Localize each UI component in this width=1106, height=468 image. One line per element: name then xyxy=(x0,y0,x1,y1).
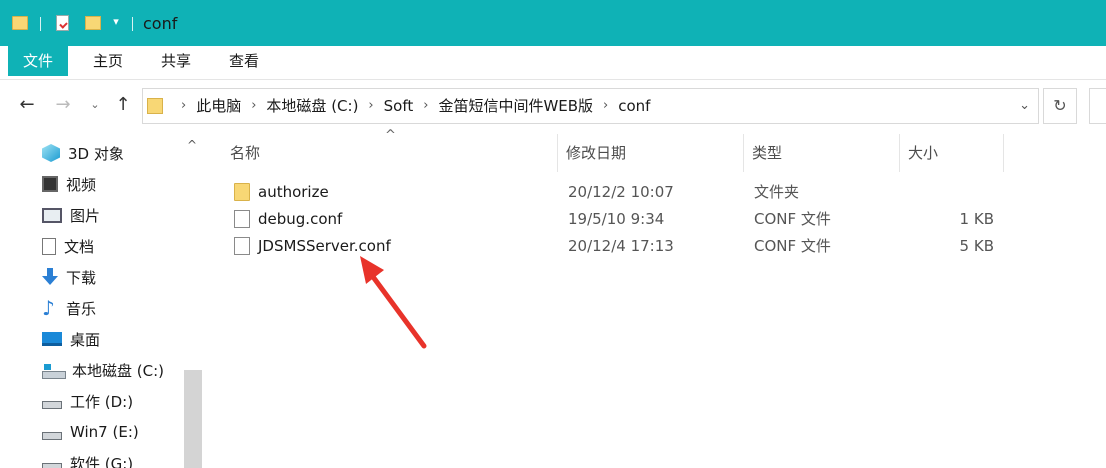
column-header-type[interactable]: 类型 xyxy=(744,134,900,172)
desktop-icon xyxy=(42,332,62,346)
chevron-right-icon[interactable]: › xyxy=(603,89,608,123)
local-disk-icon xyxy=(42,363,66,379)
breadcrumb: › 此电脑 › 本地磁盘 (C:) › Soft › 金笛短信中间件WEB版 ›… xyxy=(171,89,650,123)
breadcrumb-conf[interactable]: conf xyxy=(618,89,650,123)
search-input[interactable] xyxy=(1089,88,1106,124)
new-folder-icon[interactable] xyxy=(85,16,101,30)
nav-item-label: 桌面 xyxy=(70,330,101,349)
pictures-icon xyxy=(42,207,62,223)
column-header-name[interactable]: 名称 xyxy=(222,134,558,172)
nav-item-label: 图片 xyxy=(70,206,101,225)
nav-item-label: 软件 (G:) xyxy=(70,454,134,468)
nav-item-drive-d[interactable]: 工作 (D:) xyxy=(42,388,133,414)
file-type: CONF 文件 xyxy=(754,237,831,255)
tab-home[interactable]: 主页 xyxy=(80,46,136,76)
nav-item-pictures[interactable]: 图片 xyxy=(42,202,100,228)
chevron-right-icon[interactable]: › xyxy=(368,89,373,123)
recent-locations-button[interactable]: ⌄ xyxy=(86,92,104,118)
file-size: 1 KB xyxy=(959,210,994,228)
nav-item-videos[interactable]: 视频 xyxy=(42,171,96,197)
nav-item-desktop[interactable]: 桌面 xyxy=(42,326,100,352)
folder-icon xyxy=(234,183,250,201)
breadcrumb-this-pc[interactable]: 此电脑 xyxy=(196,89,241,123)
file-date: 20/12/2 10:07 xyxy=(568,183,674,201)
nav-item-downloads[interactable]: 下载 xyxy=(42,264,96,290)
column-header-date[interactable]: 修改日期 xyxy=(558,134,744,172)
file-date: 20/12/4 17:13 xyxy=(568,237,674,255)
nav-item-label: Win7 (E:) xyxy=(70,423,139,441)
scrollbar-thumb[interactable] xyxy=(184,370,202,468)
back-button[interactable]: ← xyxy=(14,92,40,118)
ribbon-tabs: 文件 主页 共享 查看 xyxy=(0,46,1106,80)
nav-item-label: 文档 xyxy=(64,237,95,256)
3d-objects-icon xyxy=(42,144,60,162)
chevron-right-icon[interactable]: › xyxy=(181,89,186,123)
column-header-size[interactable]: 大小 xyxy=(900,134,1004,172)
tab-view[interactable]: 查看 xyxy=(216,46,272,76)
properties-icon[interactable] xyxy=(56,15,69,31)
navigation-pane: ^ 3D 对象 视频 图片 文档 下载 ♪ 音乐 桌面 本地磁盘 (C:) 工作… xyxy=(0,134,204,468)
nav-item-drive-g[interactable]: 软件 (G:) xyxy=(42,450,133,468)
breadcrumb-soft[interactable]: Soft xyxy=(384,89,414,123)
refresh-button[interactable]: ↻ xyxy=(1043,88,1077,124)
up-button[interactable]: ↑ xyxy=(110,92,136,118)
folder-icon xyxy=(147,98,163,114)
music-icon: ♪ xyxy=(42,296,55,320)
file-row[interactable]: authorize 20/12/2 10:07 文件夹 xyxy=(230,179,1030,205)
window-title: conf xyxy=(143,14,178,33)
breadcrumb-local-disk[interactable]: 本地磁盘 (C:) xyxy=(266,89,358,123)
file-size: 5 KB xyxy=(959,237,994,255)
forward-button[interactable]: → xyxy=(50,92,76,118)
download-icon xyxy=(42,268,58,286)
file-name: authorize xyxy=(258,183,329,201)
file-type: 文件夹 xyxy=(754,183,800,201)
divider xyxy=(132,17,133,31)
divider xyxy=(40,17,41,31)
customize-toolbar-dropdown-icon[interactable]: ▾ xyxy=(110,14,122,30)
scroll-up-icon[interactable]: ^ xyxy=(184,138,200,154)
nav-item-label: 工作 (D:) xyxy=(70,392,134,411)
nav-item-label: 下载 xyxy=(66,268,97,287)
nav-item-local-disk-c[interactable]: 本地磁盘 (C:) xyxy=(42,357,164,383)
nav-item-label: 音乐 xyxy=(66,299,97,318)
drive-icon xyxy=(42,432,62,440)
tab-share[interactable]: 共享 xyxy=(148,46,204,76)
chevron-right-icon[interactable]: › xyxy=(251,89,256,123)
breadcrumb-sms-middleware[interactable]: 金笛短信中间件WEB版 xyxy=(438,89,593,123)
documents-icon xyxy=(42,237,56,255)
file-icon xyxy=(234,237,250,255)
file-row[interactable]: debug.conf 19/5/10 9:34 CONF 文件 1 KB xyxy=(230,206,1030,232)
chevron-right-icon[interactable]: › xyxy=(423,89,428,123)
file-icon xyxy=(234,210,250,228)
nav-item-drive-e[interactable]: Win7 (E:) xyxy=(42,419,139,445)
file-size xyxy=(910,179,994,205)
nav-item-music[interactable]: ♪ 音乐 xyxy=(42,295,96,321)
drive-icon xyxy=(42,401,62,409)
file-date: 19/5/10 9:34 xyxy=(568,210,665,228)
annotation-arrow-icon xyxy=(360,256,427,349)
drive-icon xyxy=(42,463,62,468)
folder-icon[interactable] xyxy=(12,16,28,30)
video-icon xyxy=(42,176,58,192)
tab-file[interactable]: 文件 xyxy=(8,46,68,76)
file-type: CONF 文件 xyxy=(754,210,831,228)
chevron-down-icon[interactable]: ⌄ xyxy=(1019,89,1030,123)
address-bar[interactable]: › 此电脑 › 本地磁盘 (C:) › Soft › 金笛短信中间件WEB版 ›… xyxy=(142,88,1039,124)
nav-item-label: 视频 xyxy=(66,175,97,194)
nav-item-documents[interactable]: 文档 xyxy=(42,233,94,259)
nav-item-label: 本地磁盘 (C:) xyxy=(72,361,164,380)
nav-item-label: 3D 对象 xyxy=(68,144,124,163)
title-bar: ▾ conf xyxy=(0,0,1106,46)
nav-item-3d-objects[interactable]: 3D 对象 xyxy=(42,140,124,166)
file-name: debug.conf xyxy=(258,210,343,228)
